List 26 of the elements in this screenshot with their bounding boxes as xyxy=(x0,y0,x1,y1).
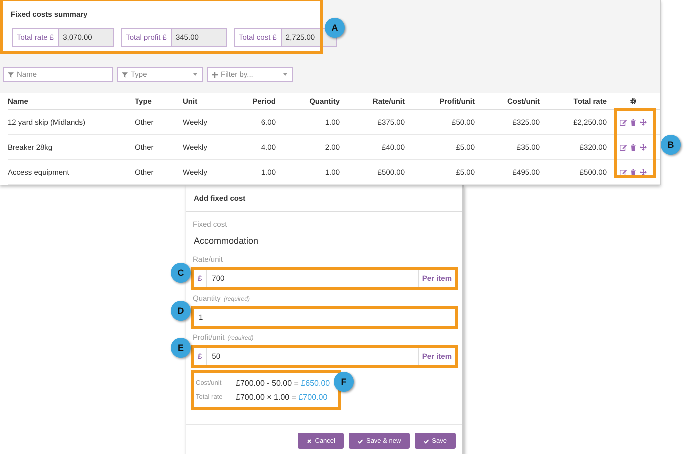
edit-icon[interactable] xyxy=(620,168,627,176)
fixed-cost-value: Accommodation xyxy=(193,235,260,248)
filter-icon xyxy=(8,72,14,78)
move-icon[interactable] xyxy=(640,144,647,150)
check-icon xyxy=(358,438,364,444)
trash-icon[interactable] xyxy=(630,144,637,150)
annotation-marker: C xyxy=(171,263,191,283)
check-icon xyxy=(424,438,430,444)
trash-icon[interactable] xyxy=(630,118,637,126)
plus-icon xyxy=(212,72,218,78)
edit-icon[interactable] xyxy=(620,144,627,150)
calc-expression: £700.00 × 1.00 = £700.00 xyxy=(236,392,328,402)
annotation-marker: B xyxy=(661,135,681,155)
move-icon[interactable] xyxy=(640,168,647,176)
calc-expression: £700.00 - 50.00 = £650.00 xyxy=(236,378,330,388)
edit-icon[interactable] xyxy=(620,118,627,126)
caret-icon xyxy=(283,73,288,76)
highlight-box xyxy=(614,108,656,178)
filter-icon xyxy=(122,72,128,78)
trash-icon[interactable] xyxy=(630,168,637,176)
caret-icon xyxy=(193,73,198,76)
settings-icon[interactable] xyxy=(630,98,637,104)
annotation-marker: E xyxy=(171,338,191,358)
move-icon[interactable] xyxy=(640,118,647,126)
close-icon xyxy=(307,438,312,444)
annotation-marker: D xyxy=(171,301,191,321)
